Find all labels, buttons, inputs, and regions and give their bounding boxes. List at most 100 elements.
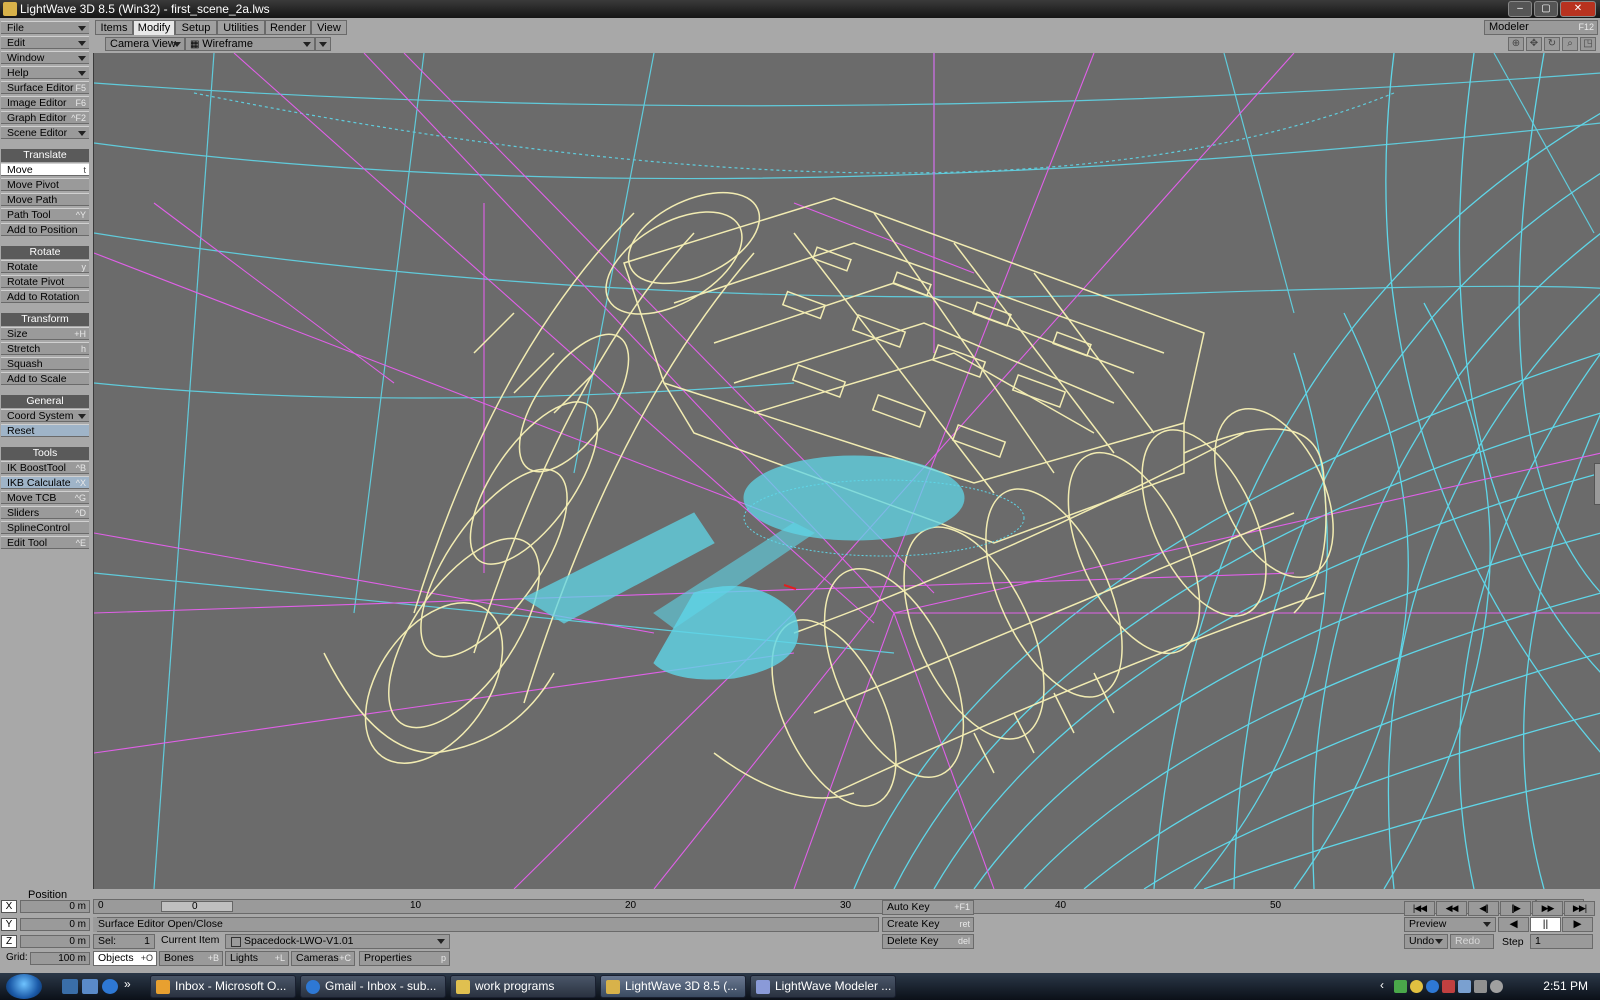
last-frame-button[interactable]: ▶▶|: [1564, 901, 1595, 916]
taskbar-clock[interactable]: 2:51 PM: [1543, 979, 1588, 993]
tray-app-icon[interactable]: [1394, 980, 1407, 993]
previous-frame-button[interactable]: ◀||: [1468, 901, 1499, 916]
cameras-button[interactable]: Cameras +C: [291, 951, 355, 966]
ik-boosttool-button[interactable]: IK BoostTool ^B: [1, 461, 89, 474]
play-forward-button[interactable]: ▶: [1562, 917, 1593, 932]
add-to-position-button[interactable]: Add to Position: [1, 223, 89, 236]
delete-key-button[interactable]: Delete Key del: [882, 934, 974, 949]
start-button[interactable]: [6, 974, 42, 999]
graph-editor-button[interactable]: Graph Editor ^F2: [1, 111, 89, 124]
reset-button[interactable]: Reset: [1, 424, 89, 437]
move-pivot-button[interactable]: Move Pivot: [1, 178, 89, 191]
task-gmail[interactable]: Gmail - Inbox - sub...: [300, 975, 446, 998]
objects-button[interactable]: Objects +O: [93, 951, 157, 966]
task-lightwave-layout[interactable]: LightWave 3D 8.5 (...: [600, 975, 746, 998]
x-axis-toggle[interactable]: X: [1, 900, 17, 913]
y-position-field[interactable]: 0 m: [20, 918, 90, 931]
ikb-calculate-button[interactable]: IKB Calculate ^X: [1, 476, 89, 489]
move-tcb-button[interactable]: Move TCB ^G: [1, 491, 89, 504]
add-to-rotation-button[interactable]: Add to Rotation: [1, 290, 89, 303]
play-reverse-button[interactable]: ◀: [1498, 917, 1529, 932]
image-editor-button[interactable]: Image Editor F6: [1, 96, 89, 109]
edit-tool-button[interactable]: Edit Tool ^E: [1, 536, 89, 549]
task-outlook[interactable]: Inbox - Microsoft O...: [150, 975, 296, 998]
first-frame-button[interactable]: |◀◀: [1404, 901, 1435, 916]
tab-modify[interactable]: Modify: [133, 20, 175, 35]
file-menu-label: File: [7, 22, 24, 34]
volume-icon[interactable]: [1490, 980, 1503, 993]
move-view-icon[interactable]: ✥: [1526, 37, 1542, 51]
edit-menu[interactable]: Edit: [1, 36, 89, 49]
move-button[interactable]: Move t: [1, 163, 89, 176]
stretch-button[interactable]: Stretch h: [1, 342, 89, 355]
tray-app-icon[interactable]: [1410, 980, 1423, 993]
tab-utilities[interactable]: Utilities: [217, 20, 265, 35]
size-button[interactable]: Size +H: [1, 327, 89, 340]
lights-button[interactable]: Lights +L: [225, 951, 289, 966]
modeler-button[interactable]: Modeler F12: [1484, 20, 1598, 35]
timeline-slider[interactable]: 0 0 10 20 30 40 50 60: [93, 899, 1536, 914]
z-position-field[interactable]: 0 m: [20, 935, 90, 948]
squash-button[interactable]: Squash: [1, 357, 89, 370]
tab-render[interactable]: Render: [265, 20, 311, 35]
timeline-thumb[interactable]: 0: [161, 901, 233, 912]
surface-editor-button[interactable]: Surface Editor F5: [1, 81, 89, 94]
add-to-scale-button[interactable]: Add to Scale: [1, 372, 89, 385]
tray-expand-icon[interactable]: ‹: [1380, 978, 1384, 992]
splinecontrol-button[interactable]: SplineControl: [1, 521, 89, 534]
viewport-edge-handle[interactable]: [1594, 463, 1600, 505]
tab-setup[interactable]: Setup: [175, 20, 217, 35]
switch-windows-icon[interactable]: [82, 979, 98, 994]
current-item-select[interactable]: Spacedock-LWO-V1.01: [225, 934, 450, 949]
scene-editor-button[interactable]: Scene Editor: [1, 126, 89, 139]
tab-view[interactable]: View: [311, 20, 347, 35]
coord-system-dropdown[interactable]: Coord System: [1, 409, 89, 422]
tray-app-icon[interactable]: [1426, 980, 1439, 993]
undo-button[interactable]: Undo: [1404, 934, 1448, 949]
camera-view-select[interactable]: Camera View: [105, 37, 185, 51]
create-key-button[interactable]: Create Key ret: [882, 917, 974, 932]
move-path-button[interactable]: Move Path: [1, 193, 89, 206]
sliders-button[interactable]: Sliders ^D: [1, 506, 89, 519]
close-button[interactable]: ✕: [1560, 1, 1596, 17]
maximize-view-icon[interactable]: ◳: [1580, 37, 1596, 51]
task-lightwave-modeler[interactable]: LightWave Modeler ...: [750, 975, 896, 998]
viewport-options-button[interactable]: [315, 37, 331, 51]
previous-key-button[interactable]: ◀◀: [1436, 901, 1467, 916]
help-menu[interactable]: Help: [1, 66, 89, 79]
rotate-view-icon[interactable]: ↻: [1544, 37, 1560, 51]
task-work-programs[interactable]: work programs: [450, 975, 596, 998]
zoom-view-icon[interactable]: ⌕: [1562, 37, 1578, 51]
render-mode-select[interactable]: ▦ Wireframe: [185, 37, 315, 51]
rotate-button[interactable]: Rotate y: [1, 260, 89, 273]
move-pivot-label: Move Pivot: [7, 179, 59, 191]
properties-button[interactable]: Properties p: [359, 951, 450, 966]
grid-size-field[interactable]: 100 m: [30, 952, 90, 965]
maximize-button[interactable]: ▢: [1534, 1, 1558, 17]
internet-explorer-icon[interactable]: [102, 979, 118, 994]
file-menu[interactable]: File: [1, 21, 89, 34]
center-view-icon[interactable]: ⊕: [1508, 37, 1524, 51]
3d-viewport[interactable]: [93, 53, 1600, 889]
next-frame-button[interactable]: ||▶: [1500, 901, 1531, 916]
rotate-pivot-button[interactable]: Rotate Pivot: [1, 275, 89, 288]
pause-button[interactable]: ||: [1530, 917, 1561, 932]
z-axis-toggle[interactable]: Z: [1, 935, 17, 948]
window-menu[interactable]: Window: [1, 51, 89, 64]
redo-button[interactable]: Redo: [1450, 934, 1494, 949]
more-quicklaunch-icon[interactable]: »: [124, 977, 131, 991]
show-desktop-icon[interactable]: [62, 979, 78, 994]
step-field[interactable]: 1: [1530, 934, 1593, 949]
auto-key-button[interactable]: Auto Key +F1: [882, 900, 974, 915]
x-position-field[interactable]: 0 m: [20, 900, 90, 913]
path-tool-button[interactable]: Path Tool ^Y: [1, 208, 89, 221]
y-axis-toggle[interactable]: Y: [1, 918, 17, 931]
tray-app-icon[interactable]: [1442, 980, 1455, 993]
network-icon[interactable]: [1458, 980, 1471, 993]
next-key-button[interactable]: ▶▶: [1532, 901, 1563, 916]
tab-items[interactable]: Items: [95, 20, 133, 35]
minimize-button[interactable]: –: [1508, 1, 1532, 17]
bones-button[interactable]: Bones +B: [159, 951, 223, 966]
preview-select[interactable]: Preview: [1404, 917, 1496, 932]
battery-icon[interactable]: [1474, 980, 1487, 993]
